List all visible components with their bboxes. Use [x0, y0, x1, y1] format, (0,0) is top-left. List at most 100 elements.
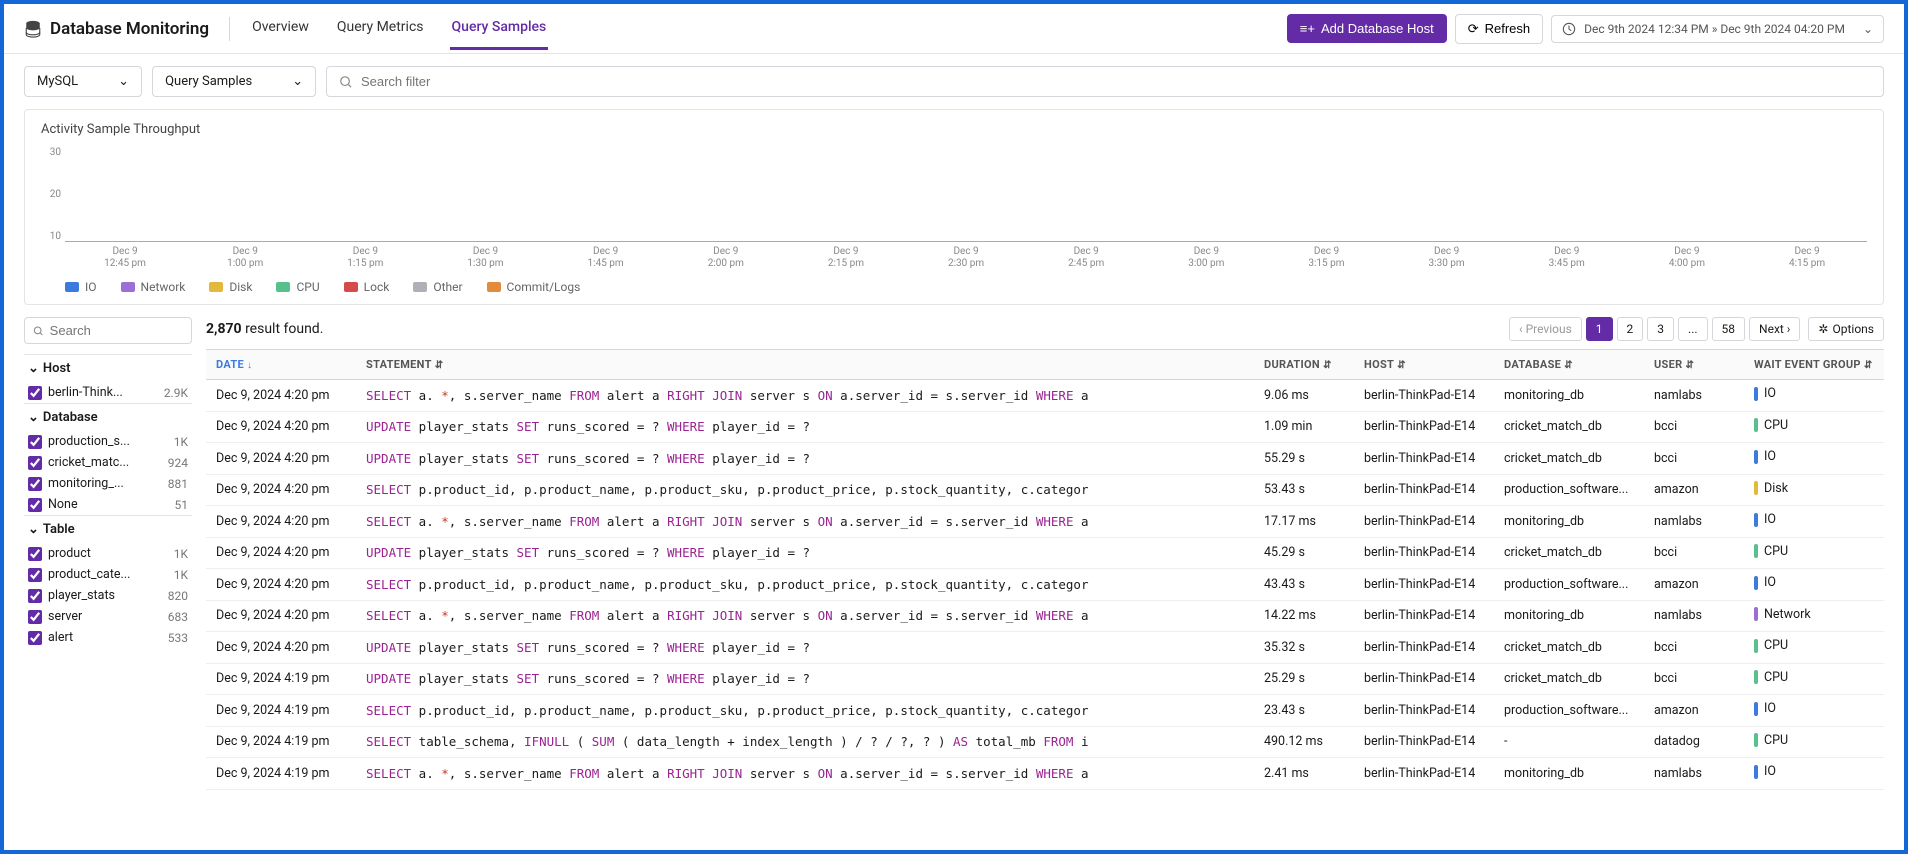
cell-wait: CPU [1744, 726, 1884, 758]
legend-network[interactable]: Network [121, 280, 186, 294]
options-label: Options [1832, 322, 1874, 336]
facet-checkbox[interactable] [28, 589, 42, 603]
table-row[interactable]: Dec 9, 2024 4:20 pmSELECT p.product_id, … [206, 569, 1884, 601]
sort-desc-icon: ↓ [247, 360, 252, 371]
facet-item[interactable]: server683 [24, 606, 192, 627]
time-range-picker[interactable]: Dec 9th 2024 12:34 PM » Dec 9th 2024 04:… [1551, 15, 1884, 43]
tab-query-samples[interactable]: Query Samples [450, 7, 549, 50]
table-row[interactable]: Dec 9, 2024 4:19 pmSELECT a. *, s.server… [206, 758, 1884, 790]
facet-item[interactable]: cricket_matc...924 [24, 452, 192, 473]
legend-lock[interactable]: Lock [344, 280, 390, 294]
col-date[interactable]: DATE↓ [206, 350, 356, 380]
facet-item[interactable]: berlin-Think...2.9K [24, 382, 192, 403]
facet-item[interactable]: monitoring_...881 [24, 473, 192, 494]
sidebar-search[interactable] [24, 317, 192, 344]
legend-cpu[interactable]: CPU [276, 280, 319, 294]
page-3[interactable]: 3 [1647, 317, 1674, 341]
facet-database[interactable]: ⌄ Database [24, 403, 192, 431]
page-2[interactable]: 2 [1617, 317, 1644, 341]
facet-count: 924 [168, 456, 188, 470]
cell-user: amazon [1644, 569, 1744, 601]
facet-item[interactable]: player_stats820 [24, 585, 192, 606]
cell-host: berlin-ThinkPad-E14 [1354, 380, 1494, 412]
cell-date: Dec 9, 2024 4:19 pm [206, 663, 356, 695]
table-row[interactable]: Dec 9, 2024 4:19 pmUPDATE player_stats S… [206, 663, 1884, 695]
legend-disk[interactable]: Disk [209, 280, 252, 294]
col-database[interactable]: DATABASE⇵ [1494, 350, 1644, 380]
page-next[interactable]: Next › [1749, 317, 1800, 341]
options-button[interactable]: ✲ Options [1808, 317, 1884, 341]
cell-wait: IO [1744, 758, 1884, 790]
engine-select[interactable]: MySQL ⌄ [24, 66, 142, 97]
cell-database: monitoring_db [1494, 758, 1644, 790]
col-duration[interactable]: DURATION⇵ [1254, 350, 1354, 380]
page-1[interactable]: 1 [1586, 317, 1613, 341]
facet-item[interactable]: alert533 [24, 627, 192, 648]
facet-count: 533 [168, 631, 188, 645]
facet-table[interactable]: ⌄ Table [24, 515, 192, 543]
col-host[interactable]: HOST⇵ [1354, 350, 1494, 380]
table-row[interactable]: Dec 9, 2024 4:20 pmUPDATE player_stats S… [206, 537, 1884, 569]
cell-host: berlin-ThinkPad-E14 [1354, 569, 1494, 601]
table-row[interactable]: Dec 9, 2024 4:20 pmUPDATE player_stats S… [206, 632, 1884, 664]
table-row[interactable]: Dec 9, 2024 4:20 pmSELECT a. *, s.server… [206, 600, 1884, 632]
facet-checkbox[interactable] [28, 631, 42, 645]
cell-database: cricket_match_db [1494, 632, 1644, 664]
page-header: Database Monitoring OverviewQuery Metric… [4, 4, 1904, 54]
table-header-row: DATE↓STATEMENT⇵DURATION⇵HOST⇵DATABASE⇵US… [206, 350, 1884, 380]
tab-query-metrics[interactable]: Query Metrics [335, 7, 426, 50]
cell-date: Dec 9, 2024 4:20 pm [206, 632, 356, 664]
table-row[interactable]: Dec 9, 2024 4:20 pmSELECT a. *, s.server… [206, 506, 1884, 538]
table-row[interactable]: Dec 9, 2024 4:19 pmSELECT table_schema, … [206, 726, 1884, 758]
col-user[interactable]: USER⇵ [1644, 350, 1744, 380]
facet-checkbox[interactable] [28, 435, 42, 449]
tab-overview[interactable]: Overview [250, 7, 311, 50]
filter-bar: MySQL ⌄ Query Samples ⌄ [4, 54, 1904, 109]
col-wait-event-group[interactable]: WAIT EVENT GROUP⇵ [1744, 350, 1884, 380]
cell-duration: 1.09 min [1254, 411, 1354, 443]
facet-checkbox[interactable] [28, 477, 42, 491]
page-prev[interactable]: ‹ Previous [1509, 317, 1582, 341]
col-statement[interactable]: STATEMENT⇵ [356, 350, 1254, 380]
cell-wait: CPU [1744, 411, 1884, 443]
cell-user: datadog [1644, 726, 1744, 758]
sort-icon: ⇵ [1864, 360, 1873, 371]
chevron-down-icon: ⌄ [28, 410, 39, 425]
facet-checkbox[interactable] [28, 547, 42, 561]
facet-item[interactable]: None51 [24, 494, 192, 515]
table-row[interactable]: Dec 9, 2024 4:19 pmSELECT p.product_id, … [206, 695, 1884, 727]
table-row[interactable]: Dec 9, 2024 4:20 pmUPDATE player_stats S… [206, 443, 1884, 475]
add-host-label: Add Database Host [1321, 21, 1434, 36]
facet-checkbox[interactable] [28, 386, 42, 400]
cell-wait: IO [1744, 695, 1884, 727]
cell-host: berlin-ThinkPad-E14 [1354, 474, 1494, 506]
sidebar-search-input[interactable] [50, 323, 183, 338]
cell-wait: Disk [1744, 474, 1884, 506]
view-select[interactable]: Query Samples ⌄ [152, 66, 316, 97]
table-row[interactable]: Dec 9, 2024 4:20 pmSELECT a. *, s.server… [206, 380, 1884, 412]
search-filter[interactable] [326, 66, 1884, 97]
cell-statement: UPDATE player_stats SET runs_scored = ? … [356, 632, 1254, 664]
page-...[interactable]: ... [1678, 317, 1708, 341]
facet-item[interactable]: production_s...1K [24, 431, 192, 452]
facet-checkbox[interactable] [28, 610, 42, 624]
legend-commit-logs[interactable]: Commit/Logs [487, 280, 581, 294]
table-row[interactable]: Dec 9, 2024 4:20 pmUPDATE player_stats S… [206, 411, 1884, 443]
cell-host: berlin-ThinkPad-E14 [1354, 632, 1494, 664]
facet-count: 1K [174, 435, 188, 449]
search-filter-input[interactable] [361, 74, 1871, 89]
facet-checkbox[interactable] [28, 568, 42, 582]
facet-checkbox[interactable] [28, 498, 42, 512]
facet-count: 683 [168, 610, 188, 624]
legend-io[interactable]: IO [65, 280, 97, 294]
facet-item[interactable]: product1K [24, 543, 192, 564]
table-row[interactable]: Dec 9, 2024 4:20 pmSELECT p.product_id, … [206, 474, 1884, 506]
facet-item[interactable]: product_cate...1K [24, 564, 192, 585]
refresh-button[interactable]: ⟳ Refresh [1455, 14, 1543, 44]
facet-host[interactable]: ⌄ Host [24, 354, 192, 382]
add-database-host-button[interactable]: ≡+ Add Database Host [1287, 14, 1447, 43]
facet-checkbox[interactable] [28, 456, 42, 470]
legend-other[interactable]: Other [413, 280, 462, 294]
throughput-chart[interactable] [65, 147, 1867, 242]
page-58[interactable]: 58 [1712, 317, 1746, 341]
